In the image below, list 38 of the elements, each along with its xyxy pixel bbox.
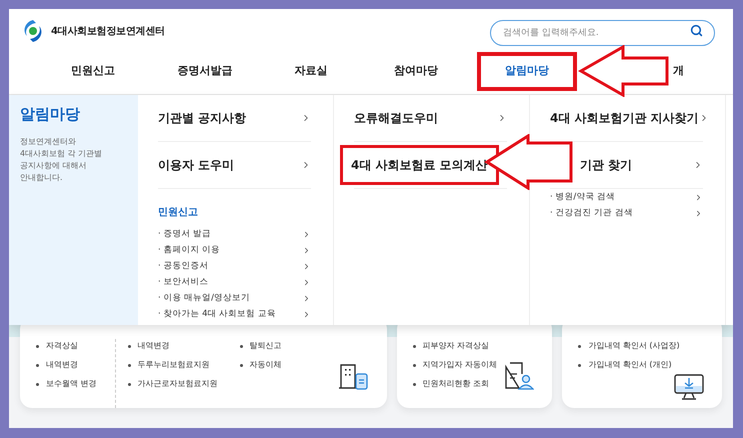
card-link[interactable]: 피부양자 자격상실: [422, 339, 490, 353]
menu-link[interactable]: 기관별 공지사항: [158, 109, 246, 127]
submenu-link[interactable]: · 병원/약국 검색: [550, 190, 615, 204]
submenu-link[interactable]: · 찾아가는 4대 사회보험 교육: [158, 308, 276, 320]
menu-link[interactable]: 기관 찾기: [580, 156, 632, 174]
menu-link[interactable]: 4대 사회보험기관 지사찾기: [550, 109, 699, 127]
nav-tab[interactable]: 알림마당: [477, 52, 577, 91]
submenu-link[interactable]: · 공동인증서: [158, 260, 208, 272]
card-link[interactable]: 자동이체: [250, 358, 282, 372]
card-link[interactable]: 내역변경: [46, 358, 78, 372]
card-link[interactable]: 자격상실: [46, 339, 78, 353]
card-link[interactable]: 가사근로자보험료지원: [138, 377, 218, 391]
submenu-link[interactable]: · 이용 매뉴얼/영상보기: [158, 292, 250, 304]
card-link[interactable]: 보수월액 변경: [46, 377, 97, 391]
card-link[interactable]: 두루누리보험료지원: [138, 358, 210, 372]
menu-link[interactable]: 4대 사회보험료 모의계산: [340, 145, 499, 185]
menu-description: 정보연계센터와 4대사회보험 각 기관별 공지사항에 대해서 안내합니다.: [20, 136, 104, 184]
submenu-link[interactable]: · 홈페이지 이용: [158, 244, 220, 256]
card-link[interactable]: 내역변경: [138, 339, 170, 353]
card-link[interactable]: 가입내역 확인서 (개인): [588, 358, 672, 372]
nav-tab[interactable]: 개: [673, 53, 684, 90]
nav-tab[interactable]: 참여마당: [394, 53, 438, 90]
menu-link[interactable]: 이용자 도우미: [158, 156, 234, 174]
section-heading: 민원신고: [158, 206, 199, 220]
search-field[interactable]: 검색어를 입력해주세요.: [490, 20, 715, 46]
card-link[interactable]: 민원처리현황 조회: [422, 377, 490, 391]
menu-title: 알림마당: [20, 104, 81, 125]
nav-tab[interactable]: 자료실: [294, 53, 328, 90]
nav-tab[interactable]: 민원신고: [71, 53, 115, 90]
submenu-link[interactable]: · 건강검진 기관 검색: [550, 206, 633, 220]
menu-link[interactable]: 오류해결도우미: [354, 109, 438, 127]
logo-text: 4대사회보험정보연계센터: [51, 24, 165, 38]
card-link[interactable]: 탈퇴신고: [250, 339, 282, 353]
card-link[interactable]: 가입내역 확인서 (사업장): [588, 339, 680, 353]
card-link[interactable]: 지역가입자 자동이체: [422, 358, 498, 372]
submenu-link[interactable]: · 보안서비스: [158, 276, 208, 288]
nav-tab[interactable]: 증명서발급: [178, 53, 232, 90]
submenu-link[interactable]: · 증명서 발급: [158, 228, 212, 240]
